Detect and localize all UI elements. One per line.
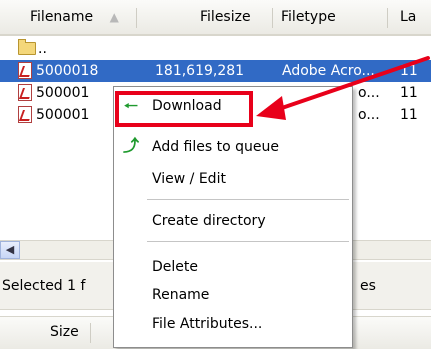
status-text-suffix: es <box>360 278 376 294</box>
scroll-left-arrow-icon[interactable]: ◀ <box>0 241 20 259</box>
menu-item-create-directory[interactable]: Create directory <box>152 209 266 233</box>
pdf-file-icon <box>18 62 32 79</box>
file-list-header: Filename ▲ Filesize Filetype La <box>0 0 431 36</box>
file-name: .. <box>38 41 47 57</box>
column-filename-label: Filename <box>30 9 94 25</box>
file-size: 181,619,281 <box>155 63 245 79</box>
file-type: Adobe Acro... <box>282 63 375 79</box>
column-divider[interactable] <box>90 323 91 343</box>
file-type: o... <box>358 107 380 123</box>
menu-item-file-attributes[interactable]: File Attributes... <box>152 312 262 336</box>
file-date: 11 <box>400 107 418 123</box>
pdf-file-icon <box>18 84 32 101</box>
column-last-modified[interactable]: La <box>400 0 416 34</box>
menu-item-view-edit[interactable]: View / Edit <box>152 167 226 191</box>
highlight-box <box>115 91 253 127</box>
file-type: o... <box>358 85 380 101</box>
parent-directory-row[interactable]: .. <box>0 38 431 60</box>
file-row-selected[interactable]: 5000018 181,619,281 Adobe Acro... 11 <box>0 60 431 82</box>
file-name: 500001 <box>36 85 90 101</box>
column-last-modified-label: La <box>400 9 417 25</box>
file-date: 11 <box>400 85 418 101</box>
menu-separator <box>147 241 349 242</box>
column-filesize[interactable]: Filesize <box>200 0 251 34</box>
column-divider[interactable] <box>136 8 137 28</box>
menu-item-rename[interactable]: Rename <box>152 283 209 307</box>
column-divider[interactable] <box>272 8 273 28</box>
sort-ascending-icon: ▲ <box>109 10 119 24</box>
column-filename[interactable]: Filename ▲ <box>30 0 119 34</box>
menu-separator <box>147 199 349 200</box>
menu-item-delete[interactable]: Delete <box>152 255 198 279</box>
column-divider[interactable] <box>387 8 388 28</box>
pdf-file-icon <box>18 106 32 123</box>
menu-item-add-to-queue[interactable]: Add files to queue <box>152 135 279 159</box>
file-name: 5000018 <box>36 63 99 79</box>
folder-icon <box>18 39 36 55</box>
file-name: 500001 <box>36 107 90 123</box>
column-filetype-label: Filetype <box>281 9 336 25</box>
add-queue-icon: ⤴ <box>122 136 139 155</box>
column-filesize-label: Filesize <box>200 9 251 25</box>
column-size-label[interactable]: Size <box>50 317 79 348</box>
column-filetype[interactable]: Filetype <box>281 0 336 34</box>
file-date: 11 <box>400 63 418 79</box>
status-text: Selected 1 f <box>2 278 86 294</box>
